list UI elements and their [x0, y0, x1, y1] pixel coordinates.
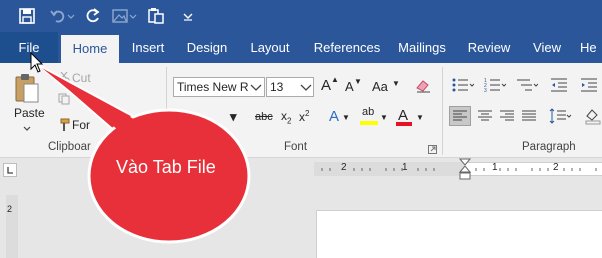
callout-text: Vào Tab File — [116, 157, 216, 177]
callout-bubble — [39, 65, 251, 244]
mouse-cursor-icon — [30, 51, 44, 77]
